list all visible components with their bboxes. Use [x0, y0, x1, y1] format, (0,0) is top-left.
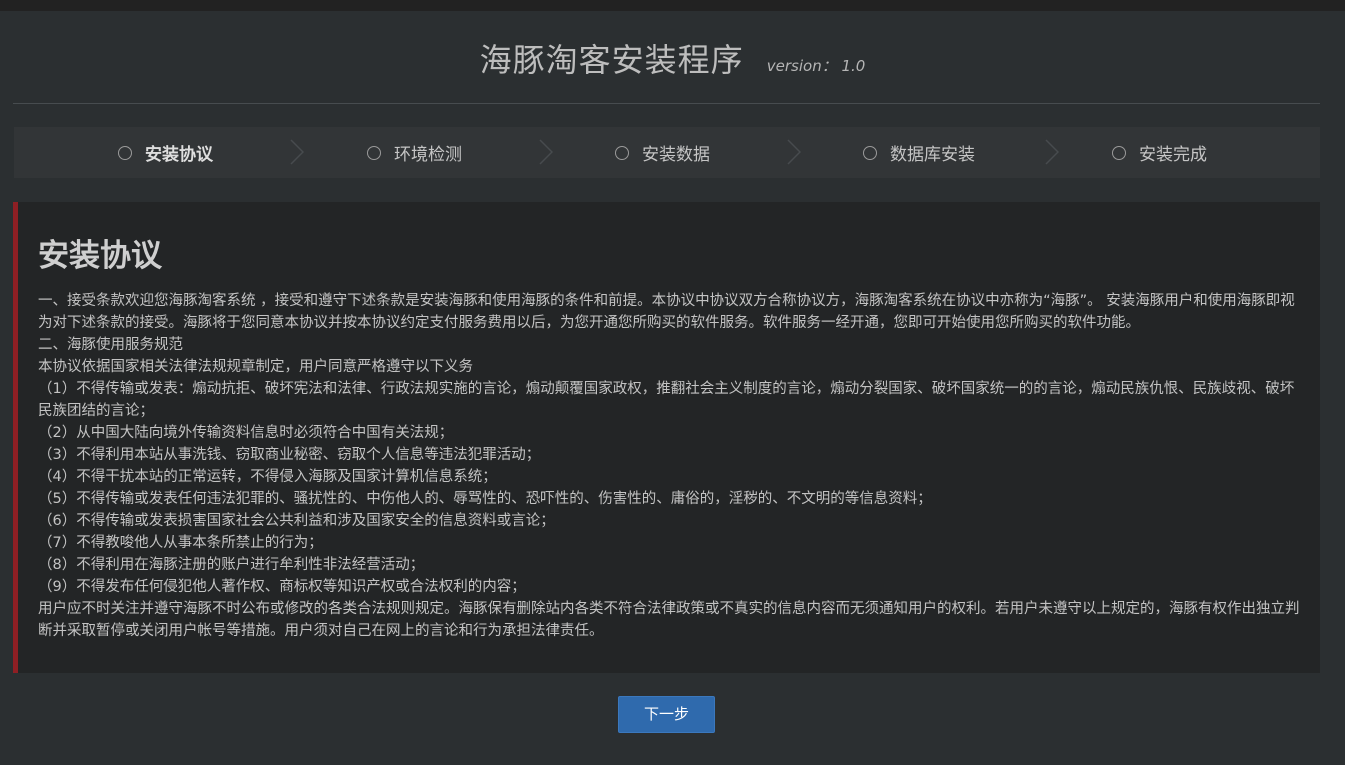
agreement-paragraph: 一、接受条款欢迎您海豚淘客系统 ，接受和遵守下述条款是安装海豚和使用海豚的条件和… — [38, 293, 1295, 331]
agreement-paragraph: （8）不得利用在海豚注册的账户进行牟利性非法经营活动； — [38, 557, 425, 573]
installer-header: 海豚淘客安装程序 version： 1.0 — [0, 11, 1345, 103]
chevron-right-icon — [787, 139, 801, 165]
agreement-paragraph: （3）不得利用本站从事洗钱、窃取商业秘密、窃取个人信息等违法犯罪活动； — [38, 447, 541, 463]
version-label: version： 1.0 — [766, 57, 866, 75]
step-label: 环境检测 — [394, 145, 462, 165]
agreement-paragraph: （1）不得传输或发表：煽动抗拒、破坏宪法和法律、行政法规实施的言论，煽动颠覆国家… — [38, 381, 1295, 419]
radio-icon — [1112, 145, 1126, 160]
top-strip — [0, 0, 1345, 11]
agreement-paragraph: 二、海豚使用服务规范 — [38, 337, 183, 353]
radio-icon — [863, 145, 877, 160]
chevron-right-icon — [539, 139, 553, 165]
agreement-paragraph: （6）不得传输或发表损害国家社会公共利益和涉及国家安全的信息资料或言论； — [38, 513, 555, 529]
agreement-text: 一、接受条款欢迎您海豚淘客系统 ，接受和遵守下述条款是安装海豚和使用海豚的条件和… — [38, 290, 1306, 642]
agreement-paragraph: 本协议依据国家相关法律法规规章制定，用户同意严格遵守以下义务 — [38, 359, 473, 375]
agreement-paragraph: （4）不得干扰本站的正常运转，不得侵入海豚及国家计算机信息系统； — [38, 469, 497, 485]
step-label: 安装完成 — [1139, 145, 1207, 165]
agreement-paragraph: （7）不得教唆他人从事本条所禁止的行为； — [38, 535, 323, 551]
next-step-button[interactable]: 下一步 — [618, 696, 715, 733]
agreement-paragraph: （2）从中国大陆向境外传输资料信息时必须符合中国有关法规； — [38, 425, 454, 441]
radio-icon — [118, 145, 132, 160]
app-title: 海豚淘客安装程序 — [479, 41, 744, 79]
agreement-panel: 安装协议 一、接受条款欢迎您海豚淘客系统 ，接受和遵守下述条款是安装海豚和使用海… — [13, 202, 1320, 673]
agreement-paragraph: （5）不得传输或发表任何违法犯罪的、骚扰性的、中伤他人的、辱骂性的、恐吓性的、伤… — [38, 491, 932, 507]
step-database-install[interactable]: 数据库安装 — [863, 127, 975, 178]
radio-icon — [367, 145, 381, 160]
step-label: 数据库安装 — [890, 145, 975, 165]
radio-icon — [615, 145, 629, 160]
agreement-paragraph: （9）不得发布任何侵犯他人著作权、商标权等知识产权或合法权利的内容； — [38, 579, 526, 595]
chevron-right-icon — [290, 139, 304, 165]
step-label: 安装协议 — [145, 145, 213, 165]
agreement-paragraph: 用户应不时关注并遵守海豚不时公布或修改的各类合法规则规定。海豚保有删除站内各类不… — [38, 601, 1300, 639]
step-label: 安装数据 — [642, 145, 710, 165]
header-divider — [13, 103, 1320, 104]
step-environment-check[interactable]: 环境检测 — [367, 127, 462, 178]
step-agreement[interactable]: 安装协议 — [118, 127, 213, 178]
chevron-right-icon — [1045, 139, 1059, 165]
agreement-title: 安装协议 — [38, 238, 162, 274]
step-install-complete[interactable]: 安装完成 — [1112, 127, 1207, 178]
install-steps: 安装协议 环境检测 安装数据 数据库安装 安装完成 — [14, 127, 1320, 178]
step-install-data[interactable]: 安装数据 — [615, 127, 710, 178]
